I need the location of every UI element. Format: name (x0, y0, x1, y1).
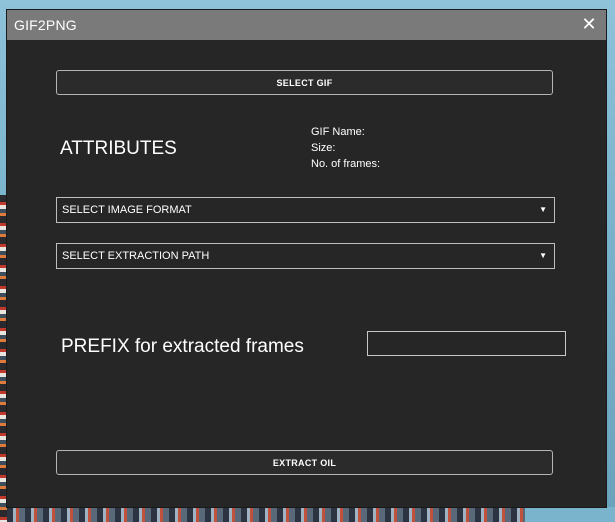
extract-button[interactable]: EXTRACT OIL (56, 450, 553, 475)
prefix-input[interactable] (367, 331, 566, 356)
select-gif-button[interactable]: SELECT GIF (56, 70, 553, 95)
wallpaper-sky (525, 507, 615, 522)
chevron-down-icon: ▼ (539, 205, 547, 214)
title-bar[interactable]: GIF2PNG ✕ (7, 10, 606, 40)
wallpaper-building-left (0, 195, 7, 522)
attributes-heading: ATTRIBUTES (60, 138, 177, 159)
chevron-down-icon: ▼ (539, 251, 547, 260)
size-label: Size: (311, 142, 336, 154)
close-icon[interactable]: ✕ (579, 14, 599, 34)
image-format-dropdown[interactable]: SELECT IMAGE FORMAT ▼ (56, 197, 555, 223)
frames-count-label: No. of frames: (311, 158, 381, 170)
app-window: GIF2PNG ✕ SELECT GIF ATTRIBUTES GIF Name… (7, 10, 606, 507)
image-format-selected: SELECT IMAGE FORMAT (62, 204, 192, 216)
prefix-label: PREFIX for extracted frames (61, 336, 304, 357)
extraction-path-selected: SELECT EXTRACTION PATH (62, 250, 210, 262)
gif-name-label: GIF Name: (311, 126, 365, 138)
attributes-list: GIF Name: Size: No. of frames: (311, 124, 380, 172)
wallpaper-building-bottom (7, 507, 615, 522)
window-title: GIF2PNG (14, 17, 77, 33)
extraction-path-dropdown[interactable]: SELECT EXTRACTION PATH ▼ (56, 243, 555, 269)
